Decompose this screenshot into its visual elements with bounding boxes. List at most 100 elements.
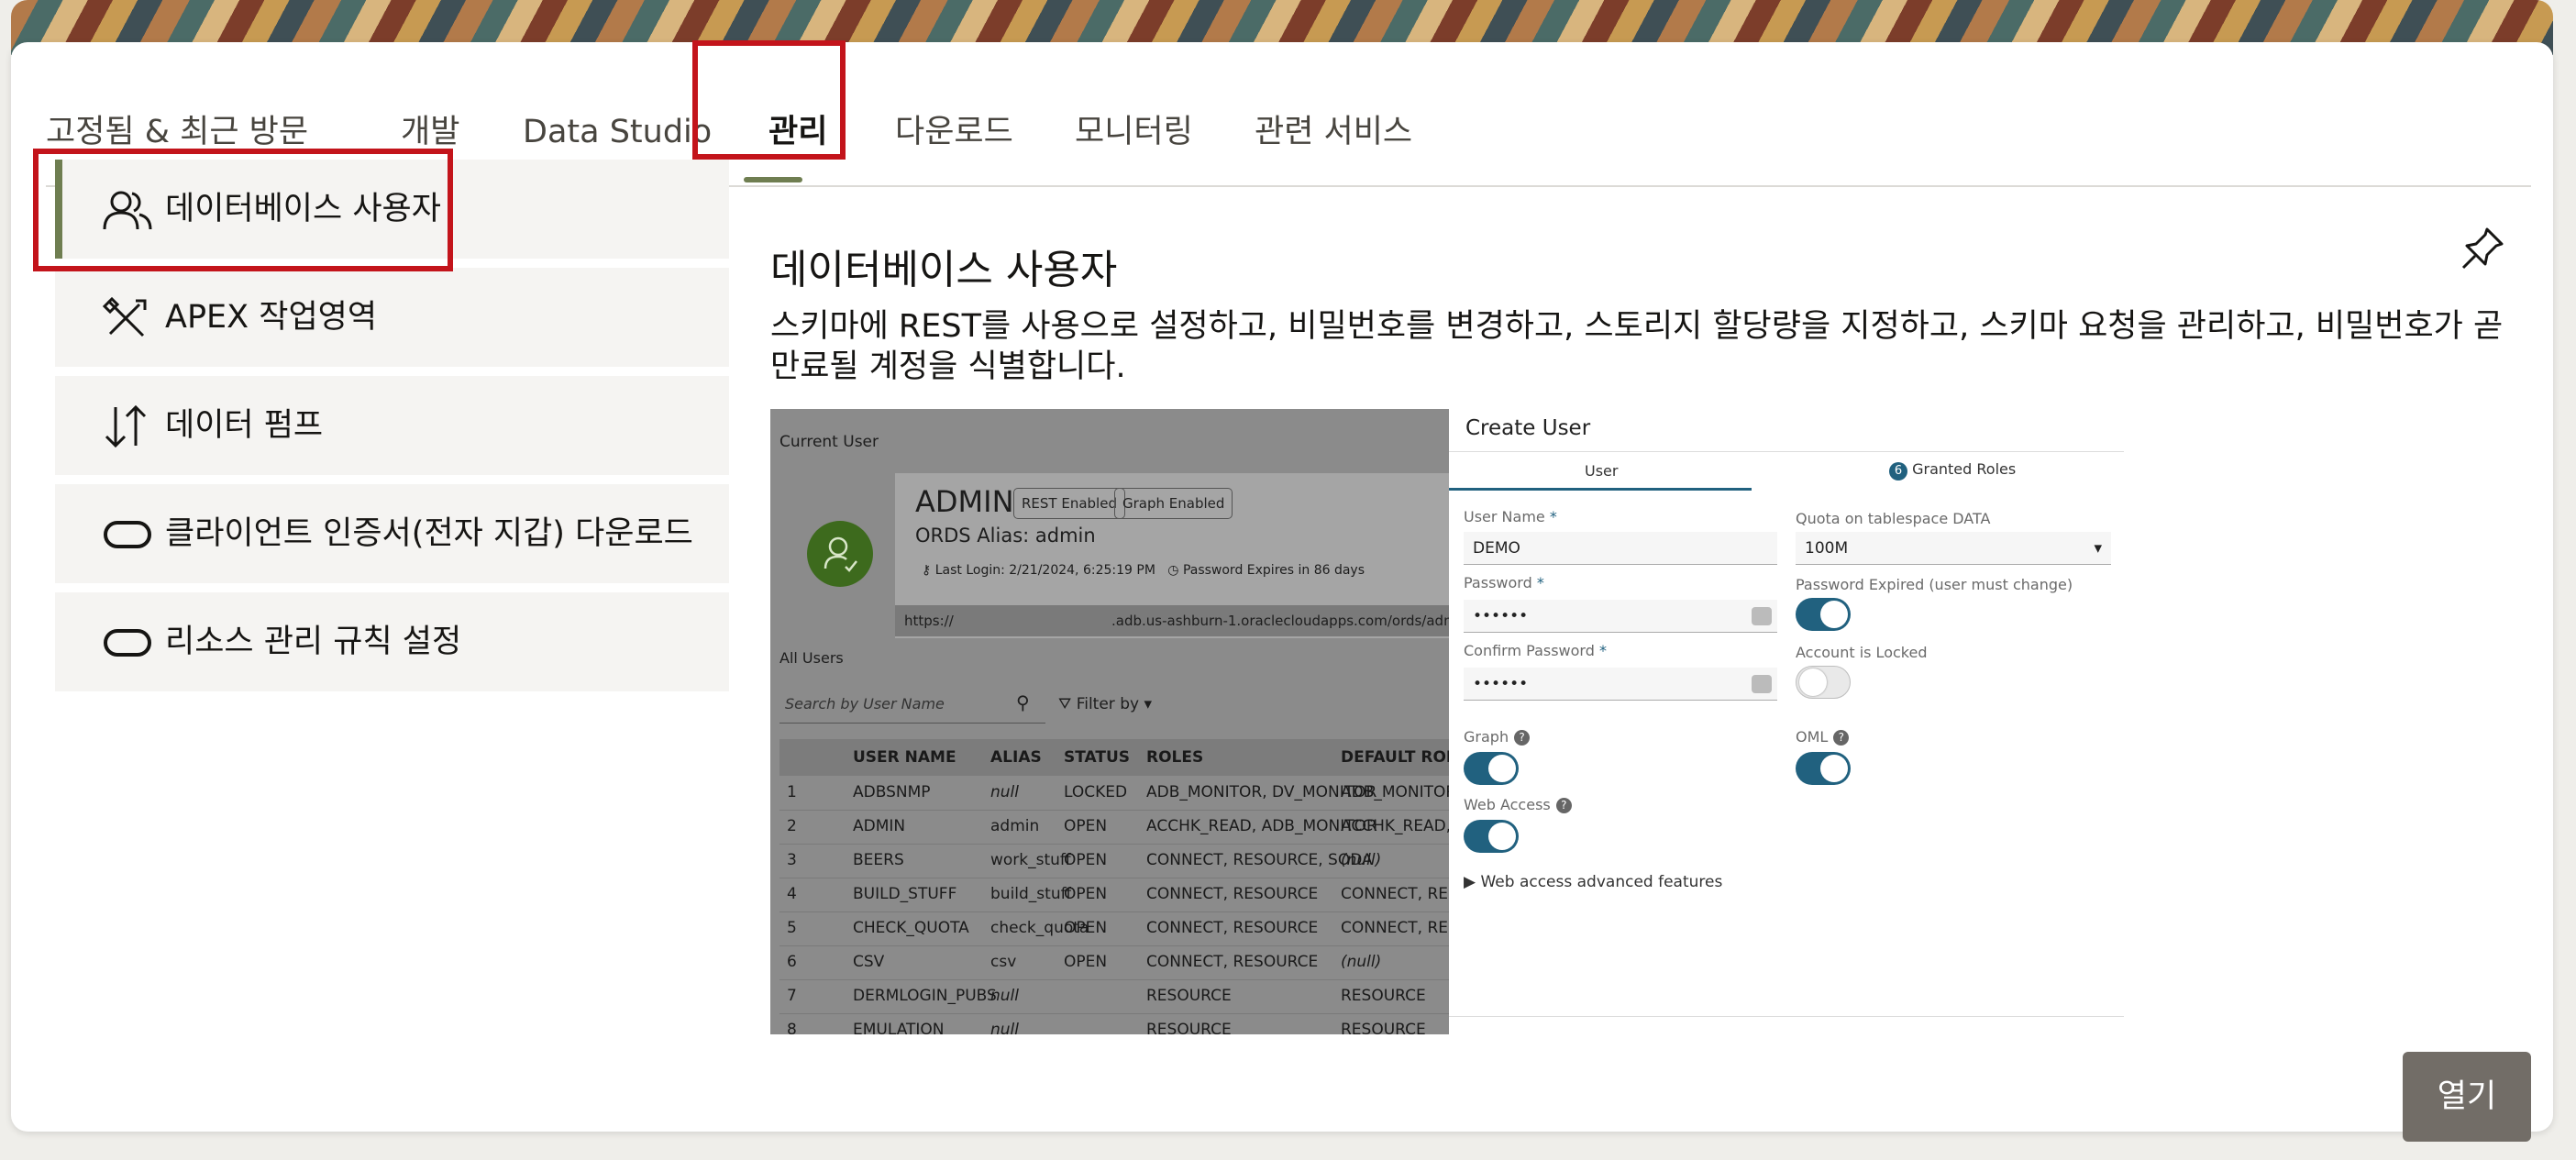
table-cell: 8 [787, 1021, 797, 1034]
dialog-account-locked-toggle [1796, 666, 1851, 699]
open-button[interactable]: 열기 [2403, 1052, 2531, 1142]
table-cell: RESOURCE [1341, 987, 1426, 1005]
table-cell: ADBSNMP [853, 783, 931, 801]
caret-right-icon: ▶ [1464, 873, 1476, 891]
table-row: 5 CHECK_QUOTA check_quota OPEN CONNECT, RESO… [779, 911, 1449, 946]
table-cell: DERMLOGIN_PUBS [853, 987, 997, 1005]
preview-all-users-label: All Users [779, 649, 844, 667]
table-cell: csv [990, 953, 1017, 971]
tab-administration[interactable]: 관리 [768, 88, 827, 185]
sidebar-item-database-users[interactable]: 데이터베이스 사용자 [55, 160, 729, 259]
reveal-icon [1752, 607, 1772, 625]
sidebar-item-label: 데이터베이스 사용자 [165, 191, 441, 227]
dialog-graph-toggle [1464, 752, 1519, 785]
table-row: 6 CSV csv OPEN CONNECT, RESOURCE (null) [779, 945, 1449, 980]
table-cell: 6 [787, 953, 797, 971]
table-cell: null [990, 987, 1019, 1005]
preview-url-left: https:// [904, 613, 954, 629]
sidebar-item-label: APEX 작업영역 [165, 299, 378, 336]
table-cell: 5 [787, 919, 797, 937]
dialog-oml-toggle [1796, 752, 1851, 785]
table-cell: (null) [1341, 953, 1382, 971]
preview-search-box: Search by User Name ⚲ [779, 684, 1045, 724]
dialog-user-name-field: DEMO [1464, 532, 1777, 565]
table-cell: OPEN [1064, 817, 1108, 835]
pin-icon[interactable] [2460, 224, 2507, 271]
chevron-down-icon: ▾ [2094, 539, 2102, 558]
dialog-confirm-password-field: •••••• [1464, 668, 1777, 701]
preview-screenshot: Current User ADMIN REST Enabled Graph En… [770, 409, 2124, 1034]
table-row: 3 BEERS work_stuff OPEN CONNECT, RESOURCE, S… [779, 844, 1449, 878]
table-cell: RESOURCE [1146, 1021, 1232, 1034]
table-cell: null [990, 783, 1019, 801]
apex-tools-icon [103, 297, 147, 337]
active-tab-indicator [744, 177, 802, 182]
table-cell: CONNECT, RESOURCE [1146, 953, 1319, 971]
dialog-tab-user: User [1585, 462, 1619, 480]
sidebar-item-label: 클라이언트 인증서(전자 지갑) 다운로드 [165, 515, 693, 552]
table-cell: 1 [787, 783, 797, 801]
dialog-password-field: •••••• [1464, 600, 1777, 633]
table-cell: RESOURCE [1146, 987, 1232, 1005]
launchpad-card: 고정됨 & 최근 방문 개발 Data Studio 관리 다운로드 모니터링 … [11, 42, 2553, 1142]
oval-icon [104, 629, 151, 657]
sidebar-item-resource-rules[interactable]: 리소스 관리 규칙 설정 [55, 592, 729, 691]
tab-downloads[interactable]: 다운로드 [895, 88, 1013, 185]
dialog-web-access-toggle [1464, 820, 1519, 853]
table-cell: work_stuff [990, 851, 1071, 869]
table-row: 1 ADBSNMP null LOCKED ADB_MONITOR, DV_MONITO… [779, 776, 1449, 811]
table-cell: BEERS [853, 851, 904, 869]
tab-monitoring[interactable]: 모니터링 [1075, 88, 1193, 185]
table-cell: 7 [787, 987, 797, 1005]
table-cell: CONNECT, RESOU [1341, 885, 1449, 903]
table-cell: ACCHK_READ, AD [1341, 817, 1449, 835]
users-icon [103, 191, 152, 230]
table-cell: EMULATION [853, 1021, 945, 1034]
filter-icon: ⛛ [1058, 695, 1072, 713]
user-check-icon [824, 536, 857, 572]
help-icon: ? [1833, 730, 1850, 746]
help-icon: ? [1514, 730, 1531, 746]
sidebar-item-label: 리소스 관리 규칙 설정 [165, 624, 462, 660]
tab-related-services[interactable]: 관련 서비스 [1255, 88, 1412, 185]
detail-title: 데이터베이스 사용자 [770, 247, 1118, 293]
table-cell: RESOURCE [1341, 1021, 1426, 1034]
table-cell: admin [990, 817, 1040, 835]
table-row: 2 ADMIN admin OPEN ACCHK_READ, ADB_MONITOR AC… [779, 810, 1449, 845]
table-cell: build_stuff [990, 885, 1072, 903]
oval-icon [104, 521, 151, 548]
table-row: 7 DERMLOGIN_PUBS null RESOURCE RESOURCE [779, 979, 1449, 1014]
table-cell: (null) [1341, 851, 1382, 869]
table-row: 4 BUILD_STUFF build_stuff OPEN CONNECT, RESO… [779, 878, 1449, 912]
preview-current-user-label: Current User [779, 433, 879, 451]
dialog-title: Create User [1465, 416, 1591, 440]
search-icon: ⚲ [1016, 691, 1030, 713]
preview-url-right: .adb.us-ashburn-1.oraclecloudapps.com/or… [1111, 613, 1449, 629]
preview-ords-alias: ORDS Alias: admin [915, 525, 1096, 547]
table-cell: CSV [853, 953, 885, 971]
table-cell: 3 [787, 851, 797, 869]
table-cell: ADMIN [853, 817, 906, 835]
dialog-advanced-features: ▶ Web access advanced features [1464, 873, 1723, 891]
table-cell: OPEN [1064, 953, 1108, 971]
up-down-arrows-icon [105, 405, 147, 447]
dialog-password-expired-toggle [1796, 598, 1851, 631]
sidebar-item-apex-workspaces[interactable]: APEX 작업영역 [55, 268, 729, 367]
preview-last-login: ⚷ Last Login: 2/21/2024, 6:25:19 PM ◷ Pa… [922, 563, 1365, 578]
help-icon: ? [1555, 798, 1572, 813]
dialog-quota-select: 100M ▾ [1796, 532, 2111, 565]
table-cell: BUILD_STUFF [853, 885, 957, 903]
table-cell: CONNECT, RESOURCE [1146, 919, 1319, 937]
table-cell: CONNECT, RESOU [1341, 919, 1449, 937]
chevron-down-icon: ▾ [1144, 695, 1152, 713]
sidebar-item-download-wallet[interactable]: 클라이언트 인증서(전자 지갑) 다운로드 [55, 484, 729, 583]
clock-icon: ◷ [1167, 563, 1179, 578]
table-cell: LOCKED [1064, 783, 1128, 801]
preview-filter: ⛛ Filter by ▾ [1058, 695, 1152, 713]
avatar [807, 521, 873, 587]
preview-create-user-dialog: Create User User 6 Granted Roles User Na… [1449, 409, 2124, 1034]
table-cell: CONNECT, RESOURCE [1146, 885, 1319, 903]
table-cell: ADB_MONITOR, DV [1341, 783, 1449, 801]
sidebar-item-data-pump[interactable]: 데이터 펌프 [55, 376, 729, 475]
sidebar-item-label: 데이터 펌프 [165, 407, 324, 444]
